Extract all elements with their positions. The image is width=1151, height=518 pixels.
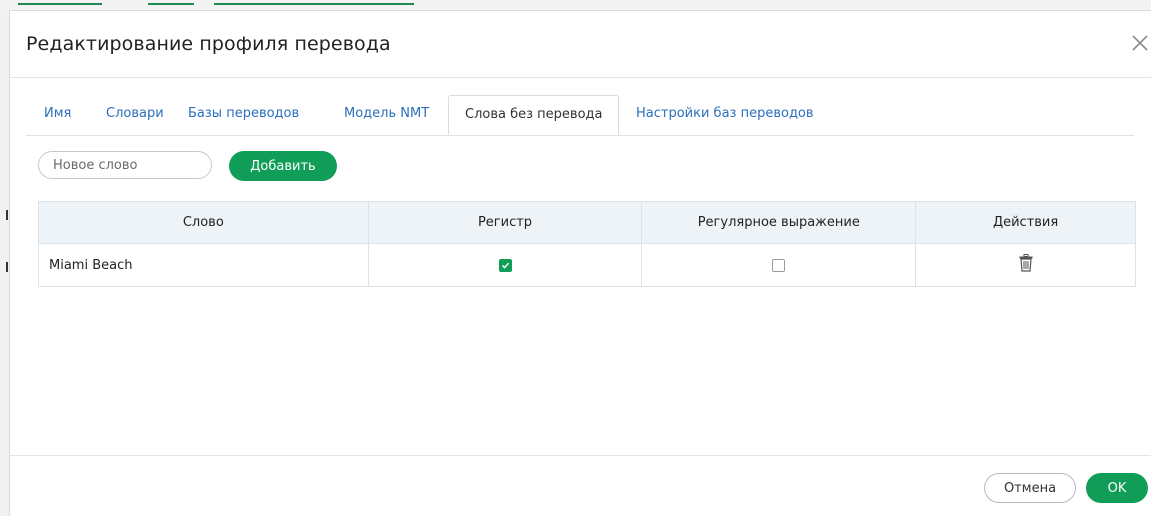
case-cell <box>367 243 643 287</box>
table-header-row: Слово Регистр Регулярное выражение Дейст… <box>38 201 1136 244</box>
column-header-word: Слово <box>38 201 369 244</box>
close-icon <box>1132 35 1148 51</box>
untranslated-words-table: Слово Регистр Регулярное выражение Дейст… <box>38 201 1136 287</box>
dialog-title: Редактирование профиля перевода <box>26 33 391 55</box>
ok-button[interactable]: OK <box>1086 473 1148 503</box>
close-button[interactable] <box>1128 31 1151 55</box>
dialog-footer: Отмена OK <box>10 455 1151 518</box>
dialog-header: Редактирование профиля перевода <box>10 11 1151 78</box>
column-header-actions: Действия <box>915 201 1136 244</box>
tab-name[interactable]: Имя <box>44 95 71 135</box>
trash-icon <box>1019 254 1033 272</box>
background-link-underline <box>148 3 194 5</box>
tab-translation-bases[interactable]: Базы переводов <box>188 95 299 135</box>
tab-translation-base-settings[interactable]: Настройки баз переводов <box>636 95 814 135</box>
tab-nmt-model[interactable]: Модель NMT <box>344 95 429 135</box>
background-mark <box>6 210 8 220</box>
background-mark <box>6 262 8 272</box>
tab-untranslated-words[interactable]: Слова без перевода <box>448 95 620 135</box>
background-page-strip <box>0 0 1151 10</box>
case-sensitive-checkbox[interactable] <box>498 258 512 272</box>
actions-cell <box>915 243 1136 287</box>
tab-dictionaries[interactable]: Словари <box>106 95 164 135</box>
column-header-regex: Регулярное выражение <box>641 201 917 244</box>
edit-translation-profile-dialog: Редактирование профиля перевода Имя Слов… <box>9 10 1151 516</box>
background-link-underline <box>18 3 102 5</box>
regex-cell <box>641 243 917 287</box>
regex-checkbox[interactable] <box>772 258 786 272</box>
column-header-case: Регистр <box>367 201 643 244</box>
word-cell: Miami Beach <box>38 243 369 287</box>
table-row: Miami Beach <box>38 243 1136 287</box>
delete-button[interactable] <box>1019 254 1033 276</box>
add-button[interactable]: Добавить <box>229 151 337 181</box>
background-link-underline <box>214 3 414 5</box>
new-word-input[interactable] <box>38 151 212 179</box>
check-icon <box>501 262 509 269</box>
cancel-button[interactable]: Отмена <box>984 473 1076 503</box>
tab-bar: Имя Словари Базы переводов Модель NMT Сл… <box>26 95 1134 136</box>
